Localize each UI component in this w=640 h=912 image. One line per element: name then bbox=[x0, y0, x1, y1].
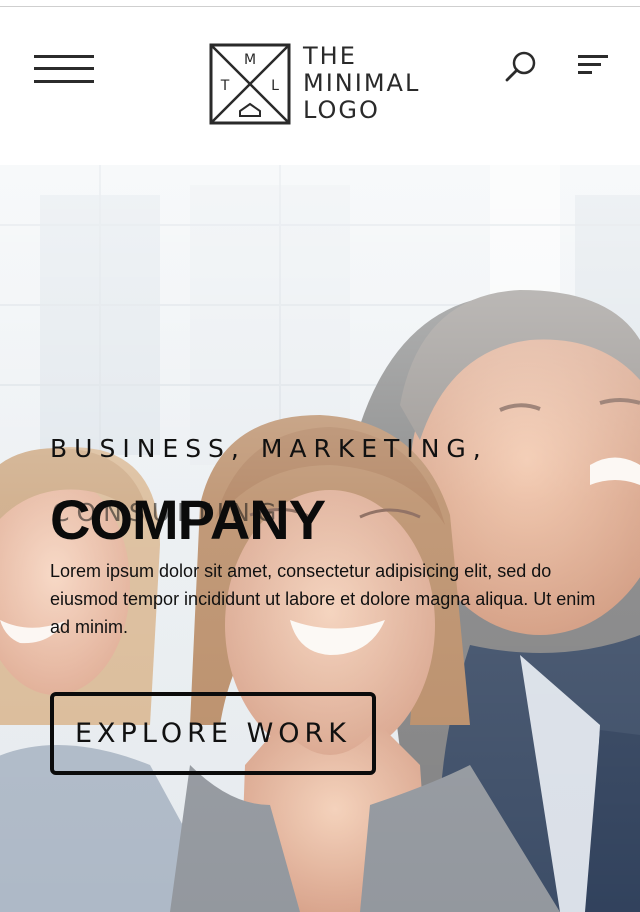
logo-monogram-m: M bbox=[244, 52, 256, 68]
search-icon[interactable] bbox=[503, 49, 539, 85]
logo-mark-icon: M T L bbox=[209, 43, 291, 125]
site-header: M T L THE MINIMAL LOGO bbox=[0, 7, 640, 165]
hero-eyebrow: BUSINESS, MARKETING, bbox=[50, 434, 488, 463]
site-logo[interactable]: M T L THE MINIMAL LOGO bbox=[209, 43, 434, 129]
logo-line-1: THE bbox=[303, 42, 357, 70]
browser-top-line bbox=[0, 0, 640, 7]
explore-work-button[interactable]: EXPLORE WORK bbox=[50, 692, 376, 775]
logo-monogram-t: T bbox=[220, 78, 230, 94]
filter-menu-icon[interactable] bbox=[578, 53, 610, 77]
hero-body-text: Lorem ipsum dolor sit amet, consectetur … bbox=[50, 561, 596, 637]
hamburger-menu-icon[interactable] bbox=[34, 55, 94, 87]
hero-section: CONSULTING BUSINESS, MARKETING, COMPANY … bbox=[0, 165, 640, 912]
logo-wordmark: THE MINIMAL LOGO bbox=[303, 43, 420, 124]
logo-line-2: MINIMAL bbox=[303, 69, 421, 97]
hero-headline: COMPANY bbox=[50, 488, 326, 551]
logo-line-3: LOGO bbox=[303, 96, 380, 124]
logo-monogram-l: L bbox=[271, 78, 279, 94]
